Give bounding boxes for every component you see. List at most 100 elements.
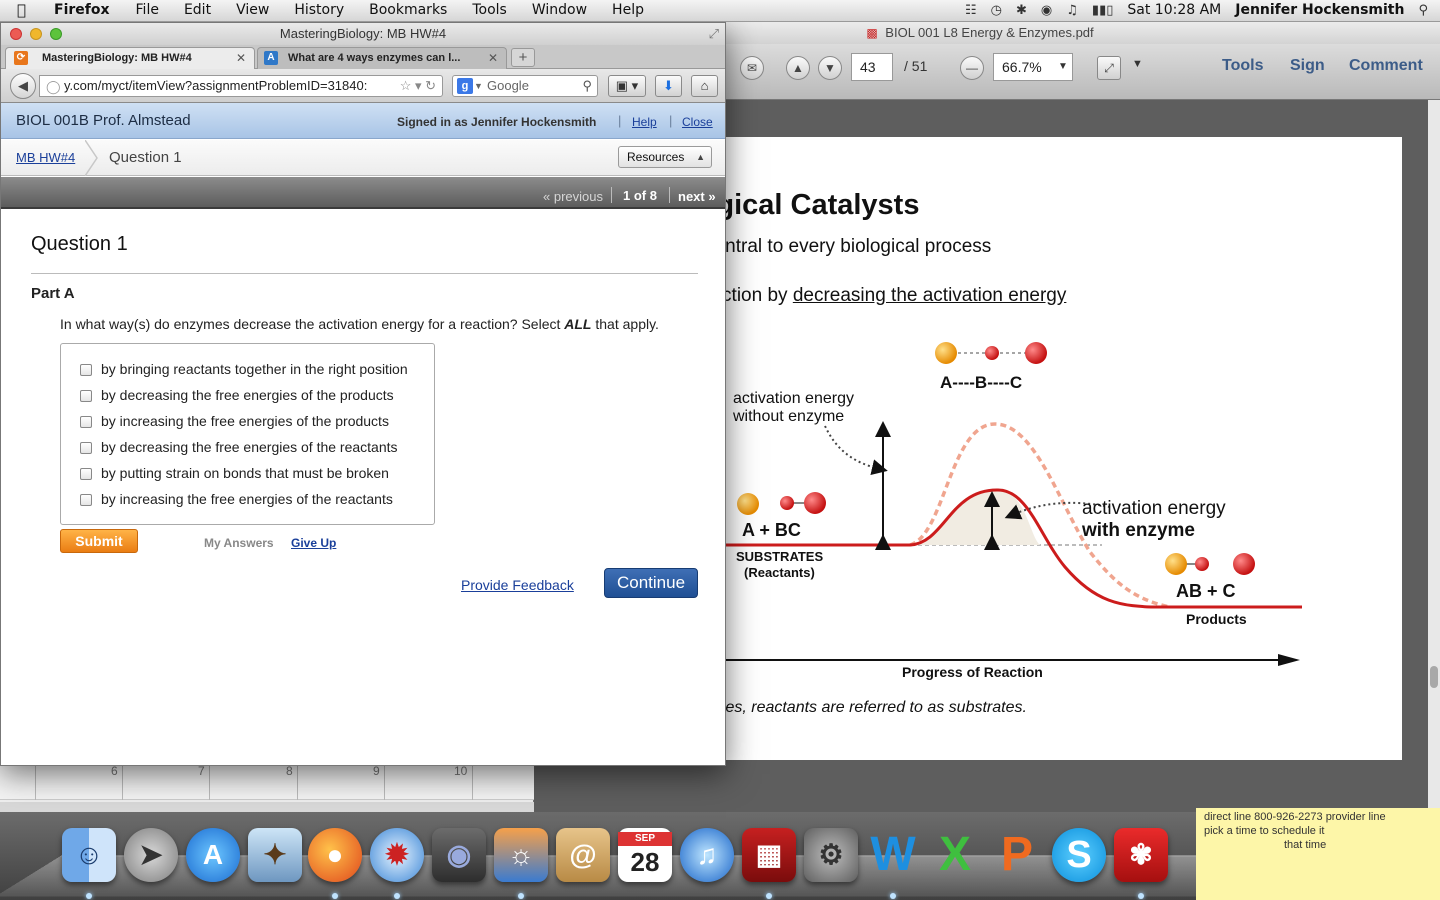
calendar-icon[interactable]: SEP 28 bbox=[618, 828, 672, 882]
option-checkbox[interactable] bbox=[80, 390, 92, 402]
tab-close-icon[interactable]: ✕ bbox=[488, 48, 498, 68]
option-checkbox[interactable] bbox=[80, 364, 92, 376]
menu-clock[interactable]: Sat 10:28 AM bbox=[1127, 2, 1221, 18]
firefox-icon[interactable]: ● bbox=[308, 828, 362, 882]
finder-icon[interactable]: ☺ bbox=[62, 828, 116, 882]
next-page-icon[interactable]: ▼ bbox=[818, 56, 842, 80]
menu-history[interactable]: History bbox=[294, 2, 344, 18]
provide-feedback-link[interactable]: Provide Feedback bbox=[461, 577, 574, 593]
mail-icon[interactable]: ✉ bbox=[740, 56, 764, 80]
option-checkbox[interactable] bbox=[80, 468, 92, 480]
continue-button[interactable]: Continue bbox=[604, 568, 698, 598]
close-link[interactable]: Close bbox=[682, 115, 713, 129]
menu-app-name[interactable]: Firefox bbox=[54, 2, 110, 18]
question-content: Question 1 Part A In what way(s) do enzy… bbox=[1, 211, 725, 765]
tab-enzymes-question[interactable]: A What are 4 ways enzymes can l... ✕ bbox=[257, 47, 507, 69]
option-label[interactable]: by decreasing the free energies of the p… bbox=[101, 387, 394, 403]
bluetooth-icon[interactable]: ✱ bbox=[1016, 3, 1027, 18]
prev-page-icon[interactable]: ▲ bbox=[786, 56, 810, 80]
sign-link[interactable]: Sign bbox=[1290, 57, 1325, 75]
running-indicator bbox=[394, 893, 400, 899]
option-label[interactable]: by bringing reactants together in the ri… bbox=[101, 361, 408, 377]
system-preferences-icon[interactable]: ⚙ bbox=[804, 828, 858, 882]
menu-window[interactable]: Window bbox=[532, 2, 587, 18]
pdf-scroll-thumb[interactable] bbox=[1430, 666, 1438, 688]
new-tab-button[interactable]: + bbox=[511, 48, 535, 67]
iphoto-icon[interactable]: ☼ bbox=[494, 828, 548, 882]
wifi-icon[interactable]: ◉ bbox=[1041, 3, 1052, 18]
minimize-window-button[interactable] bbox=[30, 28, 42, 40]
comment-link[interactable]: Comment bbox=[1349, 57, 1423, 75]
breadcrumb-current: Question 1 bbox=[109, 149, 182, 166]
search-icon[interactable]: ⚲ bbox=[582, 76, 592, 96]
submit-button[interactable]: Submit bbox=[60, 529, 138, 553]
option-checkbox[interactable] bbox=[80, 442, 92, 454]
launchpad-icon[interactable]: ➤ bbox=[124, 828, 178, 882]
apple-menu-icon[interactable]:  bbox=[17, 1, 26, 19]
menu-help[interactable]: Help bbox=[612, 2, 644, 18]
excel-icon[interactable]: X bbox=[928, 828, 982, 882]
pdf-scrollbar[interactable] bbox=[1428, 100, 1440, 812]
zoom-out-icon[interactable]: — bbox=[960, 56, 984, 80]
menu-file[interactable]: File bbox=[136, 2, 159, 18]
battery-icon[interactable]: ▮▮▯ bbox=[1092, 3, 1113, 18]
safari-icon[interactable]: ✹ bbox=[370, 828, 424, 882]
photo-booth-icon[interactable]: ▦ bbox=[742, 828, 796, 882]
toolbar-menu-icon[interactable]: ▼ bbox=[1132, 58, 1143, 70]
breadcrumb-assignment-link[interactable]: MB HW#4 bbox=[16, 150, 75, 165]
menu-view[interactable]: View bbox=[236, 2, 269, 18]
fullscreen-icon[interactable]: ⤢ bbox=[709, 23, 719, 45]
menu-user[interactable]: Jennifer Hockensmith bbox=[1235, 2, 1404, 18]
skype-icon[interactable]: S bbox=[1052, 828, 1106, 882]
tab-close-icon[interactable]: ✕ bbox=[236, 48, 246, 68]
zoom-dropdown-icon[interactable]: ▼ bbox=[1058, 61, 1068, 72]
word-icon[interactable]: W bbox=[866, 828, 920, 882]
downloads-icon[interactable]: ⬇ bbox=[655, 75, 682, 97]
itunes-icon[interactable]: ♫ bbox=[680, 828, 734, 882]
screen-sharing-icon[interactable]: ☷ bbox=[965, 3, 977, 18]
give-up-link[interactable]: Give Up bbox=[291, 536, 336, 550]
option-label[interactable]: by increasing the free energies of the p… bbox=[101, 413, 389, 429]
running-indicator bbox=[332, 893, 338, 899]
atom-b-reactant bbox=[780, 496, 794, 510]
back-arrow-icon[interactable]: ◀ bbox=[10, 73, 36, 99]
help-link[interactable]: Help bbox=[632, 115, 657, 129]
course-title: BIOL 001B Prof. Almstead bbox=[16, 112, 191, 129]
close-window-button[interactable] bbox=[10, 28, 22, 40]
app-store-icon[interactable]: A bbox=[186, 828, 240, 882]
search-box[interactable]: g ▼ Google ⚲ bbox=[452, 75, 598, 97]
bookmarks-menu-icon[interactable]: ▣ ▾ bbox=[608, 75, 646, 97]
fit-page-icon[interactable]: ⤢ bbox=[1097, 56, 1121, 80]
next-link[interactable]: next » bbox=[678, 189, 716, 204]
bookmark-star-icon[interactable]: ☆ ▾ ↻ bbox=[396, 76, 436, 96]
resources-dropdown[interactable]: Resources ▲ bbox=[618, 146, 712, 168]
menu-bookmarks[interactable]: Bookmarks bbox=[369, 2, 447, 18]
google-engine-icon[interactable]: g bbox=[457, 78, 473, 94]
sheet-scrollbar[interactable] bbox=[0, 802, 534, 812]
page-number-field[interactable]: 43 bbox=[851, 53, 893, 81]
tools-link[interactable]: Tools bbox=[1222, 57, 1263, 75]
facetime-icon[interactable]: ◉ bbox=[432, 828, 486, 882]
label-with-1: activation energy bbox=[1082, 498, 1226, 519]
time-machine-icon[interactable]: ◷ bbox=[991, 3, 1002, 18]
option-label[interactable]: by increasing the free energies of the r… bbox=[101, 491, 393, 507]
previous-link[interactable]: « previous bbox=[543, 189, 603, 204]
preview-icon[interactable]: ✦ bbox=[248, 828, 302, 882]
acrobat-icon[interactable]: ✾ bbox=[1114, 828, 1168, 882]
option-checkbox[interactable] bbox=[80, 416, 92, 428]
home-icon[interactable]: ⌂ bbox=[691, 75, 718, 97]
engine-dropdown-icon[interactable]: ▼ bbox=[474, 76, 483, 96]
powerpoint-icon[interactable]: P bbox=[990, 828, 1044, 882]
menu-tools[interactable]: Tools bbox=[472, 2, 507, 18]
tab-masteringbiology[interactable]: ⟳ MasteringBiology: MB HW#4 ✕ bbox=[5, 47, 255, 69]
volume-icon[interactable]: ♫ bbox=[1066, 3, 1078, 18]
option-checkbox[interactable] bbox=[80, 494, 92, 506]
option-label[interactable]: by putting strain on bonds that must be … bbox=[101, 465, 389, 481]
menu-edit[interactable]: Edit bbox=[184, 2, 211, 18]
site-identity-icon[interactable]: ◯ bbox=[46, 77, 61, 96]
spotlight-icon[interactable]: ⚲ bbox=[1418, 3, 1428, 18]
option-label[interactable]: by decreasing the free energies of the r… bbox=[101, 439, 398, 455]
contacts-icon[interactable]: @ bbox=[556, 828, 610, 882]
zoom-window-button[interactable] bbox=[50, 28, 62, 40]
url-bar[interactable]: ◯ y.com/myct/itemView?assignmentProblemI… bbox=[39, 75, 443, 97]
